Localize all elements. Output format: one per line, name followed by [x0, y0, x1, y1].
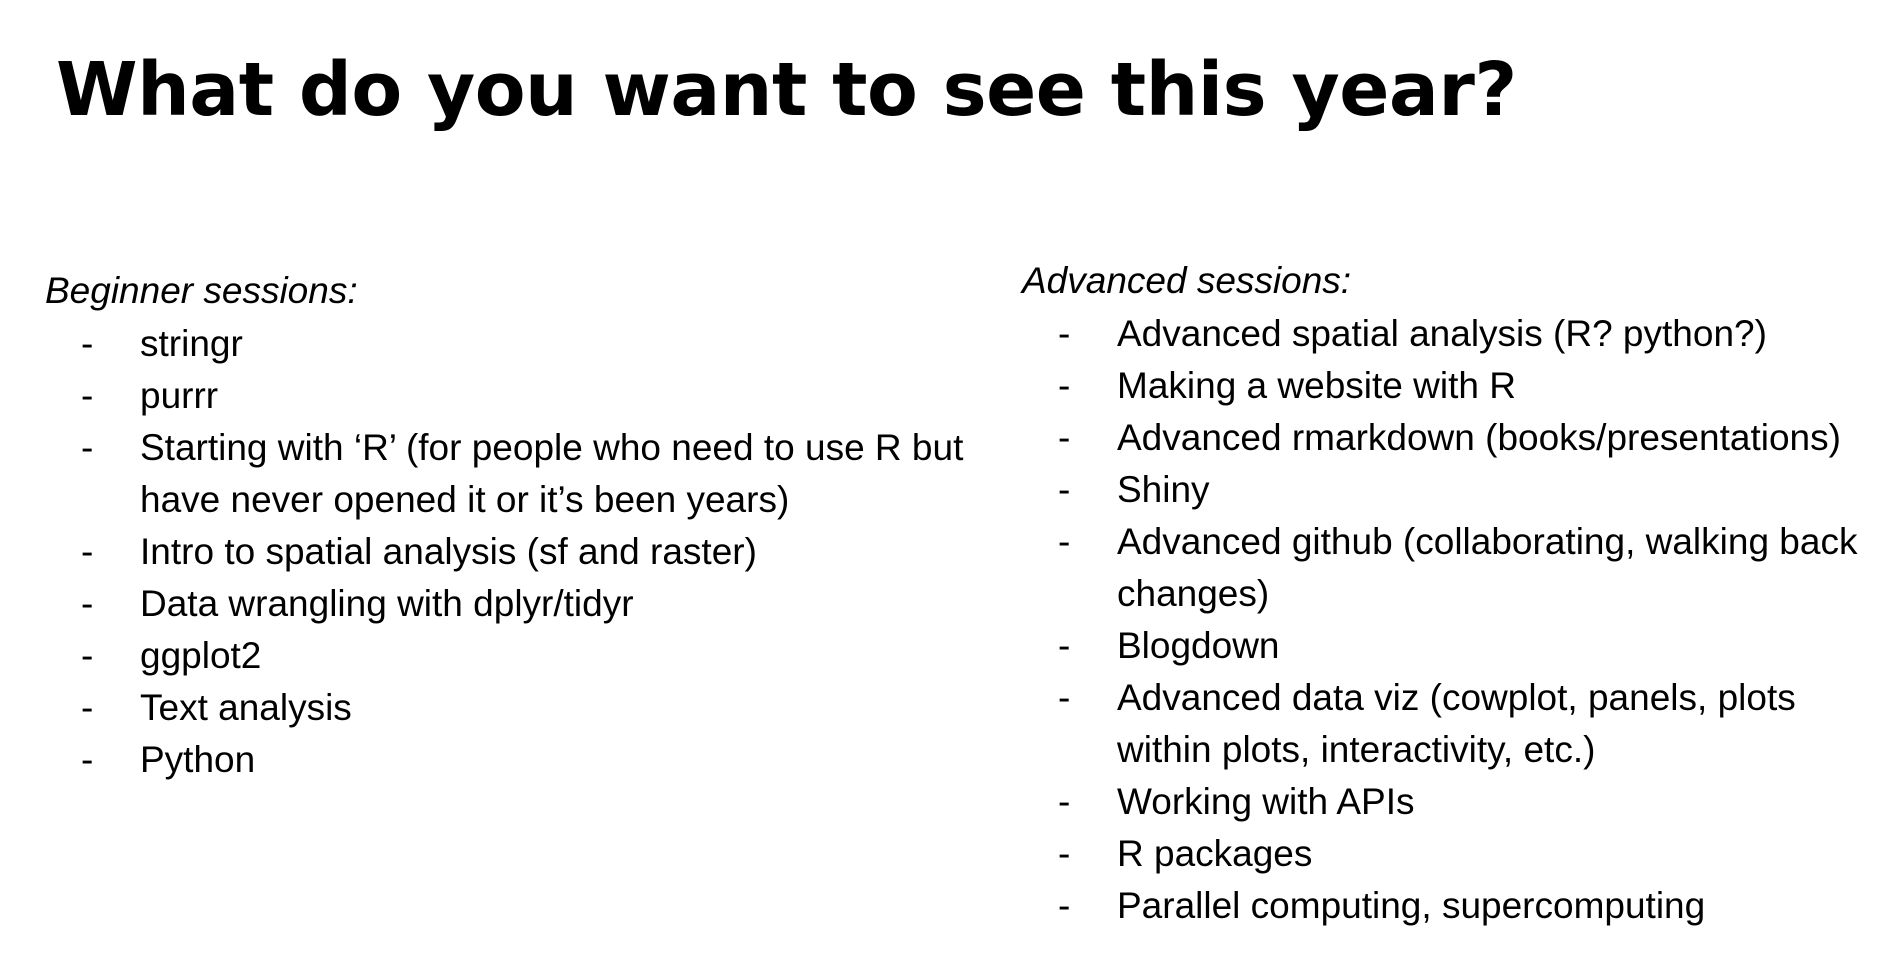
advanced-sessions-list: - Advanced spatial analysis (R? python?) …: [1022, 308, 1882, 932]
bullet-dash: -: [81, 583, 94, 624]
list-item-text: Advanced data viz (cowplot, panels, plot…: [1117, 677, 1796, 770]
list-item-text: purrr: [140, 375, 219, 416]
bullet-dash: -: [81, 687, 94, 728]
list-item: - Making a website with R: [1022, 360, 1882, 412]
list-item: - Text analysis: [45, 682, 1005, 734]
list-item-text: Advanced spatial analysis (R? python?): [1117, 313, 1767, 354]
list-item: - Advanced rmarkdown (books/presentations…: [1022, 412, 1882, 464]
list-item: - Python: [45, 734, 1005, 786]
bullet-dash: -: [1058, 469, 1071, 510]
list-item: - Blogdown: [1022, 620, 1882, 672]
list-item-text: stringr: [140, 323, 243, 364]
bullet-dash: -: [1058, 625, 1071, 666]
list-item: - Parallel computing, supercomputing: [1022, 880, 1882, 932]
bullet-dash: -: [1058, 833, 1071, 874]
list-item: - Working with APIs: [1022, 776, 1882, 828]
list-item: - R packages: [1022, 828, 1882, 880]
bullet-dash: -: [1058, 677, 1071, 718]
list-item: - purrr: [45, 370, 1005, 422]
list-item-text: Starting with ‘R’ (for people who need t…: [140, 427, 964, 520]
list-item-text: Parallel computing, supercomputing: [1117, 885, 1706, 926]
bullet-dash: -: [1058, 521, 1071, 562]
list-item: - Data wrangling with dplyr/tidyr: [45, 578, 1005, 630]
list-item-text: Advanced github (collaborating, walking …: [1117, 521, 1858, 614]
list-item: - Shiny: [1022, 464, 1882, 516]
beginner-sessions-list: - stringr - purrr - Starting with ‘R’ (for …: [45, 318, 1005, 786]
list-item: - Intro to spatial analysis (sf and raste…: [45, 526, 1005, 578]
bullet-dash: -: [1058, 885, 1071, 926]
bullet-dash: -: [81, 375, 94, 416]
slide: What do you want to see this year? Begin…: [0, 0, 1892, 977]
slide-title: What do you want to see this year?: [56, 47, 1517, 133]
list-item-text: Advanced rmarkdown (books/presentations): [1117, 417, 1841, 458]
advanced-sessions-column: Advanced sessions: - Advanced spatial ana…: [1022, 258, 1882, 932]
list-item-text: Python: [140, 739, 256, 780]
list-item: - Advanced data viz (cowplot, panels, plo…: [1022, 672, 1882, 776]
list-item-text: Working with APIs: [1117, 781, 1415, 822]
bullet-dash: -: [1058, 417, 1071, 458]
list-item: - Advanced github (collaborating, walking…: [1022, 516, 1882, 620]
bullet-dash: -: [1058, 313, 1071, 354]
list-item: - Starting with ‘R’ (for people who need …: [45, 422, 1005, 526]
bullet-dash: -: [1058, 781, 1071, 822]
list-item: - ggplot2: [45, 630, 1005, 682]
advanced-sessions-heading: Advanced sessions:: [1022, 260, 1352, 301]
bullet-dash: -: [81, 739, 94, 780]
list-item-text: ggplot2: [140, 635, 262, 676]
bullet-dash: -: [81, 531, 94, 572]
list-item: - Advanced spatial analysis (R? python?): [1022, 308, 1882, 360]
bullet-dash: -: [1058, 365, 1071, 406]
list-item-text: Text analysis: [140, 687, 352, 728]
bullet-dash: -: [81, 427, 94, 468]
beginner-sessions-heading: Beginner sessions:: [45, 270, 358, 311]
beginner-sessions-column: Beginner sessions: - stringr - purrr - Star…: [45, 268, 1005, 786]
list-item-text: Blogdown: [1117, 625, 1280, 666]
list-item-text: Shiny: [1117, 469, 1210, 510]
list-item-text: Data wrangling with dplyr/tidyr: [140, 583, 634, 624]
bullet-dash: -: [81, 635, 94, 676]
list-item-text: Intro to spatial analysis (sf and raster…: [140, 531, 757, 572]
list-item: - stringr: [45, 318, 1005, 370]
list-item-text: R packages: [1117, 833, 1313, 874]
bullet-dash: -: [81, 323, 94, 364]
list-item-text: Making a website with R: [1117, 365, 1516, 406]
